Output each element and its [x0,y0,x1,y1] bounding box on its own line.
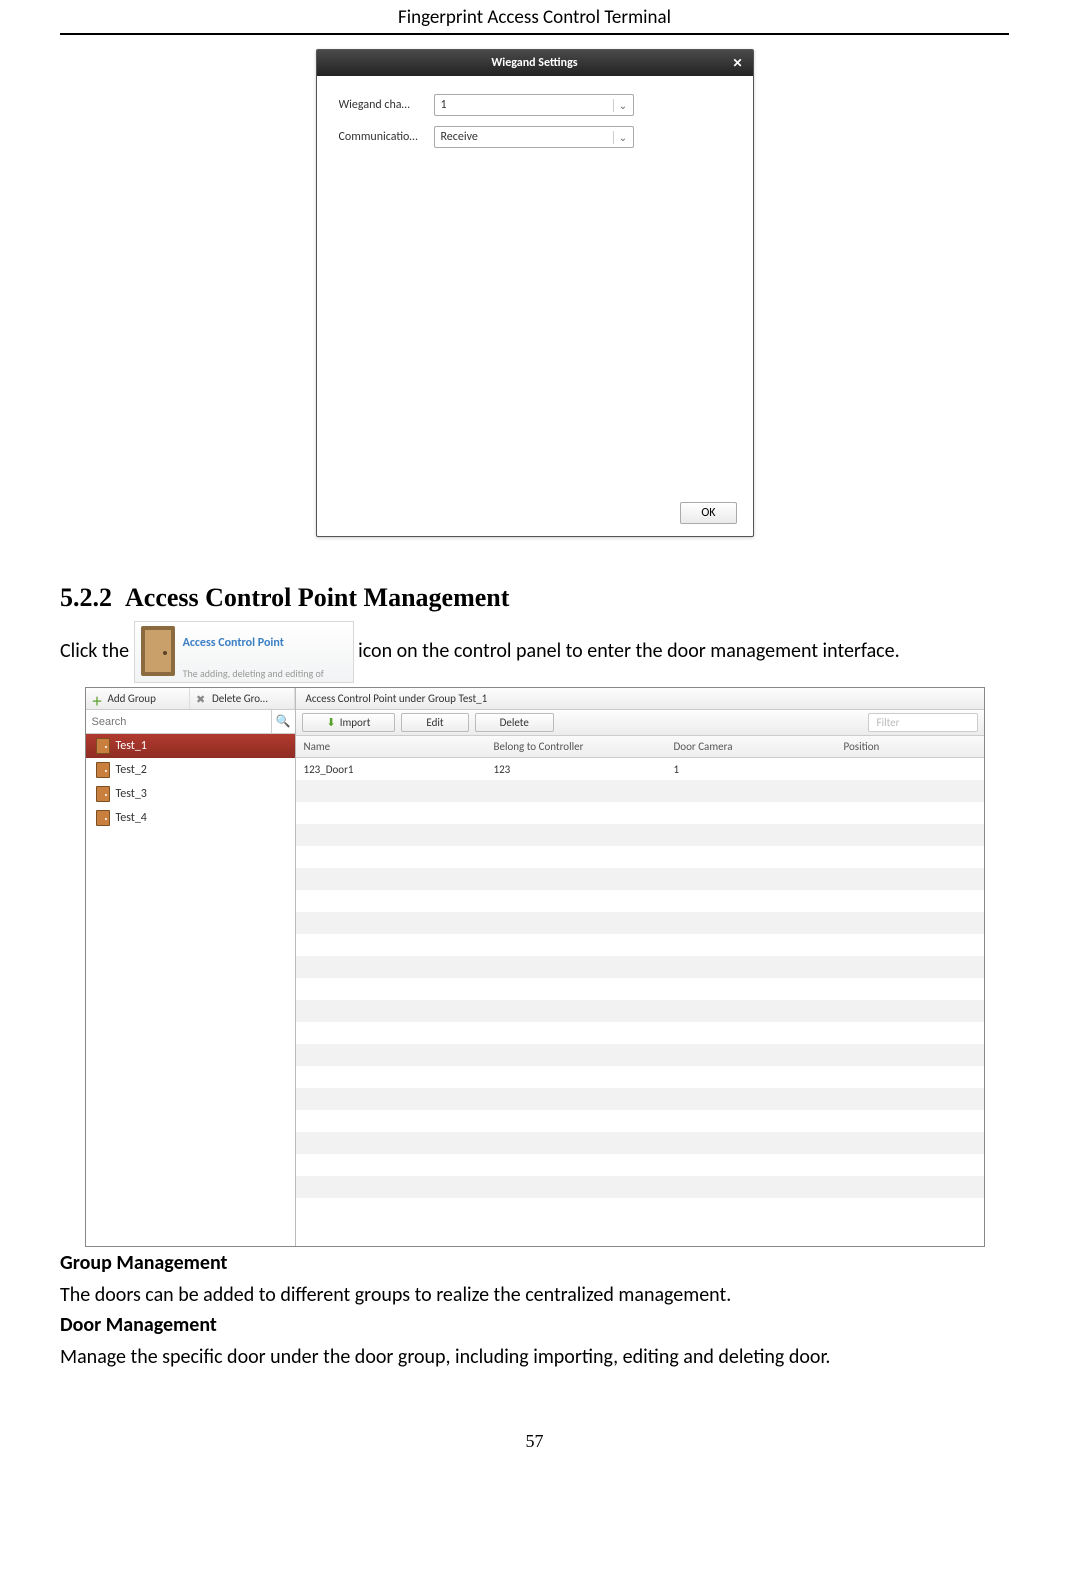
col-position[interactable]: Position [836,736,984,757]
tree-item-test3[interactable]: Test_3 [86,782,295,806]
delete-group-label: Delete Gro… [212,692,268,705]
import-button[interactable]: ⬇ Import [302,713,396,732]
group-management-heading: Group Management [60,1251,1009,1275]
edit-button[interactable]: Edit [401,713,468,732]
table-row [296,1110,984,1132]
delete-button[interactable]: Delete [475,713,554,732]
search-input[interactable] [86,710,271,733]
click-sentence: Click the Access Control Point The addin… [60,621,1009,683]
dialog-title-text: Wiegand Settings [491,56,577,70]
table-row [296,1066,984,1088]
table-row [296,1022,984,1044]
communication-combo[interactable]: Receive ⌄ [434,126,634,148]
delete-group-button[interactable]: ✖ Delete Gro… [190,688,295,709]
door-management-heading: Door Management [60,1313,1009,1337]
delete-icon: ✖ [196,693,208,705]
import-label: Import [340,716,371,729]
chevron-down-icon[interactable]: ⌄ [613,131,633,144]
right-pane-title: Access Control Point under Group Test_1 [296,688,984,710]
door-icon [96,738,110,754]
plus-icon: ＋ [92,693,104,705]
table-row [296,890,984,912]
left-pane: ＋ Add Group ✖ Delete Gro… 🔍 Test_1 Test_2 … [86,688,296,1246]
import-icon: ⬇ [327,716,336,729]
search-icon[interactable]: 🔍 [271,710,295,733]
chevron-down-icon[interactable]: ⌄ [613,99,633,112]
cell-camera: 1 [666,759,836,780]
table-row [296,824,984,846]
tree-label: Test_4 [116,811,147,825]
ok-button[interactable]: OK [680,502,736,524]
table-body: 123_Door1 123 1 [296,758,984,1246]
group-management-text: The doors can be added to different grou… [60,1281,1009,1309]
tree-item-test4[interactable]: Test_4 [86,806,295,830]
right-pane: Access Control Point under Group Test_1 … [296,688,984,1246]
table-row [296,934,984,956]
filter-input[interactable]: Filter [868,713,978,732]
wiegand-channel-value: 1 [435,98,613,112]
table-row[interactable]: 123_Door1 123 1 [296,758,984,780]
door-icon [96,762,110,778]
section-number: 5.2.2 [60,583,112,612]
table-row [296,846,984,868]
door-icon [96,810,110,826]
table-row [296,1088,984,1110]
table-row [296,868,984,890]
col-camera[interactable]: Door Camera [666,736,836,757]
tree-item-test2[interactable]: Test_2 [86,758,295,782]
communication-label: Communicatio… [339,130,434,144]
door-management-text: Manage the specific door under the door … [60,1343,1009,1371]
access-control-point-card[interactable]: Access Control Point The adding, deletin… [134,621,354,683]
add-group-button[interactable]: ＋ Add Group [86,688,191,709]
door-icon [96,786,110,802]
tree-label: Test_2 [116,763,147,777]
table-row [296,1044,984,1066]
table-row [296,1176,984,1198]
wiegand-channel-label: Wiegand cha… [339,98,434,112]
col-name[interactable]: Name [296,736,486,757]
cell-name: 123_Door1 [296,759,486,780]
click-post: icon on the control panel to enter the d… [358,639,899,663]
door-management-panel: ＋ Add Group ✖ Delete Gro… 🔍 Test_1 Test_2 … [85,687,985,1247]
wiegand-dialog: Wiegand Settings ✕ Wiegand cha… 1 ⌄ Comm… [316,49,754,537]
tree-label: Test_3 [116,787,147,801]
table-row [296,978,984,1000]
page-header: Fingerprint Access Control Terminal [60,0,1009,35]
cell-position [836,765,984,773]
search-box[interactable]: 🔍 [86,710,295,734]
table-row [296,1132,984,1154]
tree-item-test1[interactable]: Test_1 [86,734,295,758]
section-title: Access Control Point Management [125,583,509,612]
section-heading: 5.2.2 Access Control Point Management [60,583,1009,613]
close-icon[interactable]: ✕ [732,56,742,71]
table-row [296,802,984,824]
card-title: Access Control Point [183,636,284,650]
table-head: Name Belong to Controller Door Camera Po… [296,736,984,758]
cell-controller: 123 [486,759,666,780]
table-row [296,1154,984,1176]
table-row [296,956,984,978]
wiegand-channel-combo[interactable]: 1 ⌄ [434,94,634,116]
page-number: 57 [60,1431,1009,1452]
col-controller[interactable]: Belong to Controller [486,736,666,757]
tree-label: Test_1 [116,739,147,753]
table-row [296,912,984,934]
add-group-label: Add Group [108,692,156,705]
dialog-titlebar: Wiegand Settings ✕ [317,50,753,76]
table-row [296,780,984,802]
communication-value: Receive [435,130,613,144]
group-tree: Test_1 Test_2 Test_3 Test_4 [86,734,295,1246]
table-row [296,1000,984,1022]
click-pre: Click the [60,639,129,663]
door-icon [141,626,175,676]
